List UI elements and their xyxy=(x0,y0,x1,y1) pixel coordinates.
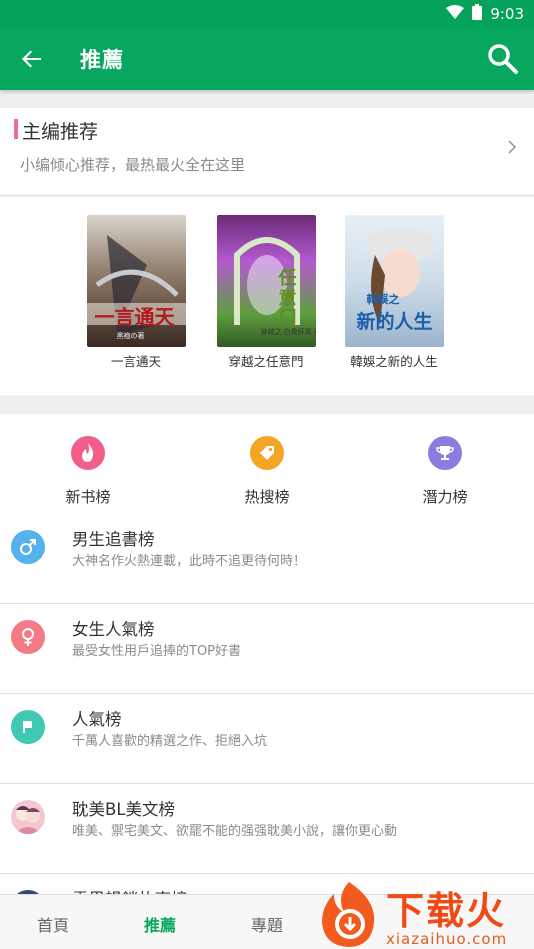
bl-avatar-icon xyxy=(11,800,45,834)
list-item-title: 人氣榜 xyxy=(72,710,122,729)
list-item[interactable]: 男生追書榜 大神名作火熱連載，此時不追更待何時！ xyxy=(0,514,534,604)
cover-title: 任意门 xyxy=(278,268,297,329)
book-title: 穿越之任意門 xyxy=(228,354,304,369)
wifi-icon xyxy=(446,5,465,23)
fire-icon xyxy=(71,436,105,470)
list-item-title: 男生追書榜 xyxy=(72,530,155,549)
flag-icon xyxy=(11,710,45,744)
chevron-right-icon xyxy=(506,138,518,156)
rank-category-hot[interactable]: 热搜榜 xyxy=(217,436,317,507)
book-cover: 一言通天 黑袍の著 xyxy=(86,215,186,347)
list-item[interactable]: 耽美BL美文榜 唯美、禦宅美文、欲罷不能的强强耽美小說，讓你更心動 xyxy=(0,784,534,874)
male-icon xyxy=(11,530,45,564)
list-item-desc: 唯美、禦宅美文、欲罷不能的强强耽美小說，讓你更心動 xyxy=(72,824,398,839)
list-item[interactable]: 女生人氣榜 最受女性用戶追捧的TOP好書 xyxy=(0,604,534,694)
tab-home[interactable]: 首頁 xyxy=(13,912,93,936)
tag-icon xyxy=(250,436,284,470)
section-accent-bar xyxy=(14,119,18,139)
book-title: 韓娛之新的人生 xyxy=(350,354,438,369)
editor-recommend-header[interactable]: 主编推荐 小编倾心推荐，最热最火全在这里 xyxy=(0,108,534,196)
rank-category-potential[interactable]: 潛力榜 xyxy=(395,436,495,507)
page-title: 推薦 xyxy=(80,48,124,72)
list-item-desc: 最受女性用戶追捧的TOP好書 xyxy=(72,644,242,659)
book-cover: 新的人生 韓娛之 xyxy=(344,215,444,347)
flame-logo-icon xyxy=(322,882,375,947)
list-item-desc: 大神名作火熱連載，此時不追更待何時！ xyxy=(72,554,307,569)
list-item-title: 耽美BL美文榜 xyxy=(72,800,176,819)
rank-list: 男生追書榜 大神名作火熱連載，此時不追更待何時！ 女生人氣榜 最受女性用戶追捧的… xyxy=(0,514,534,924)
search-icon[interactable] xyxy=(486,42,520,76)
section-title: 主编推荐 xyxy=(22,121,99,143)
list-item[interactable]: 人氣榜 千萬人喜歡的精選之作、拒絕入坑 xyxy=(0,694,534,784)
section-subtitle: 小编倾心推荐，最热最火全在这里 xyxy=(20,156,246,174)
cover-title: 新的人生 xyxy=(356,311,433,333)
cover-title: 一言通天 xyxy=(94,305,175,329)
book-title: 一言通天 xyxy=(110,354,161,369)
watermark-logo: 下载火 xiazaihuo.com xyxy=(314,880,534,949)
rank-category-label: 热搜榜 xyxy=(244,488,290,506)
status-time: 9:03 xyxy=(490,5,524,23)
book-item[interactable]: 一言通天 黑袍の著 一言通天 xyxy=(84,215,188,370)
watermark-brand: 下载火 xyxy=(386,889,507,933)
rank-categories: 新书榜 热搜榜 潛力榜 xyxy=(0,414,534,514)
app-bar: 推薦 xyxy=(0,28,534,90)
trophy-icon xyxy=(428,436,462,470)
cover-author: 黑袍の著 xyxy=(116,332,145,340)
watermark-domain: xiazaihuo.com xyxy=(386,930,508,948)
book-item[interactable]: 任意门 穿越之 白骨肝浆 著 穿越之任意門 xyxy=(214,215,318,370)
cover-author: 穿越之 白骨肝浆 著 xyxy=(260,328,316,336)
status-bar: 9:03 xyxy=(0,0,534,28)
list-item-title: 女生人氣榜 xyxy=(72,620,155,639)
book-cover: 任意门 穿越之 白骨肝浆 著 xyxy=(216,215,316,347)
rank-category-new[interactable]: 新书榜 xyxy=(38,436,138,507)
book-item[interactable]: 新的人生 韓娛之 韓娛之新的人生 xyxy=(342,215,446,370)
female-icon xyxy=(11,620,45,654)
back-arrow-icon[interactable] xyxy=(18,45,46,73)
rank-category-label: 新书榜 xyxy=(65,488,111,506)
tab-recommend[interactable]: 推薦 xyxy=(120,912,200,936)
cover-author: 韓娛之 xyxy=(366,293,400,306)
list-item-desc: 千萬人喜歡的精選之作、拒絕入坑 xyxy=(72,734,268,749)
tab-topics[interactable]: 專題 xyxy=(227,912,307,936)
battery-icon xyxy=(472,4,483,24)
recommended-books: 一言通天 黑袍の著 一言通天 任意门 穿越之 白骨肝浆 著 穿越之任意門 新的人… xyxy=(0,197,534,395)
rank-category-label: 潛力榜 xyxy=(422,488,468,506)
